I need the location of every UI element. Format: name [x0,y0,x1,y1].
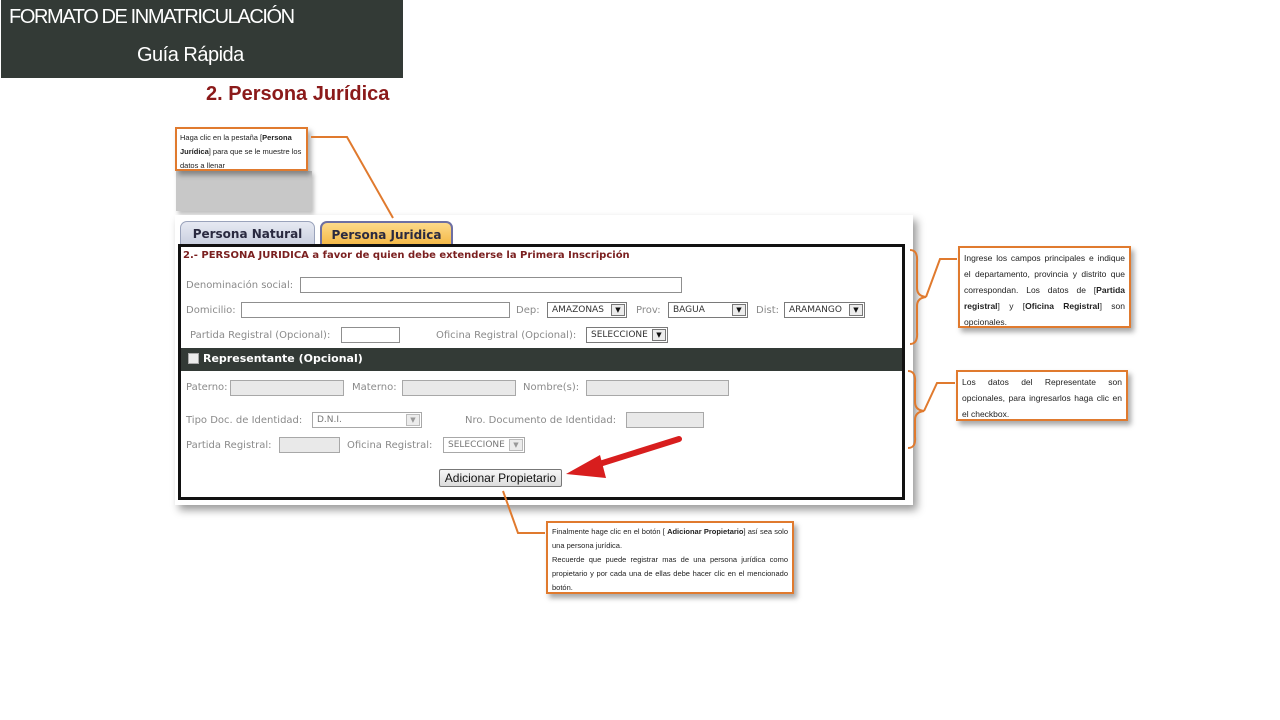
nro-doc-input[interactable] [626,412,704,428]
partida-input[interactable] [341,327,400,343]
tab-bar: Persona Natural Persona Juridica [175,215,913,245]
callout-text: Haga clic en la pestaña [ [180,133,263,142]
dep-select[interactable]: AMAZONAS ▼ [547,302,627,318]
connector-line-tab [311,136,394,219]
representante-bar: Representante (Opcional) [181,348,902,371]
connector-line-rep [923,382,955,412]
callout-tab-hint: Haga clic en la pestaña [Persona Jurídic… [175,127,308,171]
rep-oficina-select[interactable]: SELECCIONE ▼ [443,437,525,453]
representante-checkbox[interactable] [188,353,199,364]
paterno-input[interactable] [230,380,344,396]
oficina-select[interactable]: SELECCIONE ▼ [586,327,668,343]
tipo-doc-select[interactable]: D.N.I. ▼ [312,412,422,428]
add-owner-button[interactable]: Adicionar Propietario [439,469,562,487]
callout-bold-text: Adicionar Propietario [667,527,744,536]
dep-value: AMAZONAS [552,305,604,315]
prov-value: BAGUA [673,305,705,315]
chevron-down-icon: ▼ [509,439,523,451]
header-title: FORMATO DE INMATRICULACIÓN [9,6,295,28]
oficina-value: SELECCIONE [591,330,648,340]
materno-label: Materno: [352,382,397,393]
callout-text: Recuerde que puede registrar mas de una … [552,555,788,592]
callout-representative-hint: Los datos del Representate son opcionale… [956,370,1128,421]
prov-label: Prov: [636,305,661,316]
oficina-label: Oficina Registral (Opcional): [436,330,577,341]
callout-add-owner-hint: Finalmente hage clic en el botón [ Adici… [546,521,794,594]
tab-persona-juridica[interactable]: Persona Juridica [320,221,453,245]
callout-main-fields-hint: Ingrese los campos principales e indique… [958,246,1131,328]
chevron-down-icon: ▼ [732,304,746,316]
chevron-down-icon: ▼ [849,304,863,316]
nombres-label: Nombre(s): [523,382,580,393]
chevron-down-icon: ▼ [611,304,625,316]
juridica-panel: 2.- PERSONA JURIDICA a favor de quien de… [178,244,905,500]
materno-input[interactable] [402,380,516,396]
connector-line-main [925,258,957,298]
chevron-down-icon: ▼ [406,414,420,426]
dep-label: Dep: [516,305,540,316]
chevron-down-icon: ▼ [652,329,666,341]
partida-label: Partida Registral (Opcional): [190,330,331,341]
denominacion-input[interactable] [300,277,682,293]
denominacion-label: Denominación social: [186,280,294,291]
dist-select[interactable]: ARAMANGO ▼ [784,302,865,318]
nro-doc-label: Nro. Documento de Identidad: [465,415,617,426]
form-screenshot: Persona Natural Persona Juridica 2.- PER… [175,215,913,505]
dist-value: ARAMANGO [789,305,842,315]
callout-text: Los datos del Representate son opcionale… [962,377,1122,419]
dist-label: Dist: [756,305,779,316]
domicilio-label: Domicilio: [186,305,236,316]
tipo-doc-label: Tipo Doc. de Identidad: [186,415,303,426]
rep-oficina-value: SELECCIONE [448,440,505,450]
header-subtitle: Guía Rápida [137,44,244,66]
callout-text: ] y [ [997,301,1026,311]
callout-backdrop [176,171,312,211]
header-banner: FORMATO DE INMATRICULACIÓN Guía Rápida [1,0,403,78]
section-title: 2. Persona Jurídica [206,83,390,105]
rep-partida-input[interactable] [279,437,340,453]
tab-persona-natural[interactable]: Persona Natural [180,221,315,245]
paterno-label: Paterno: [186,382,228,393]
callout-bold-text: Oficina Registral [1025,301,1100,311]
representante-label: Representante (Opcional) [203,352,363,365]
panel-title: 2.- PERSONA JURIDICA a favor de quien de… [183,250,630,261]
prov-select[interactable]: BAGUA ▼ [668,302,748,318]
tipo-doc-value: D.N.I. [317,415,342,425]
domicilio-input[interactable] [241,302,510,318]
nombres-input[interactable] [586,380,729,396]
rep-oficina-label: Oficina Registral: [347,440,433,451]
rep-partida-label: Partida Registral: [186,440,272,451]
callout-text: Finalmente hage clic en el botón [ [552,527,668,536]
